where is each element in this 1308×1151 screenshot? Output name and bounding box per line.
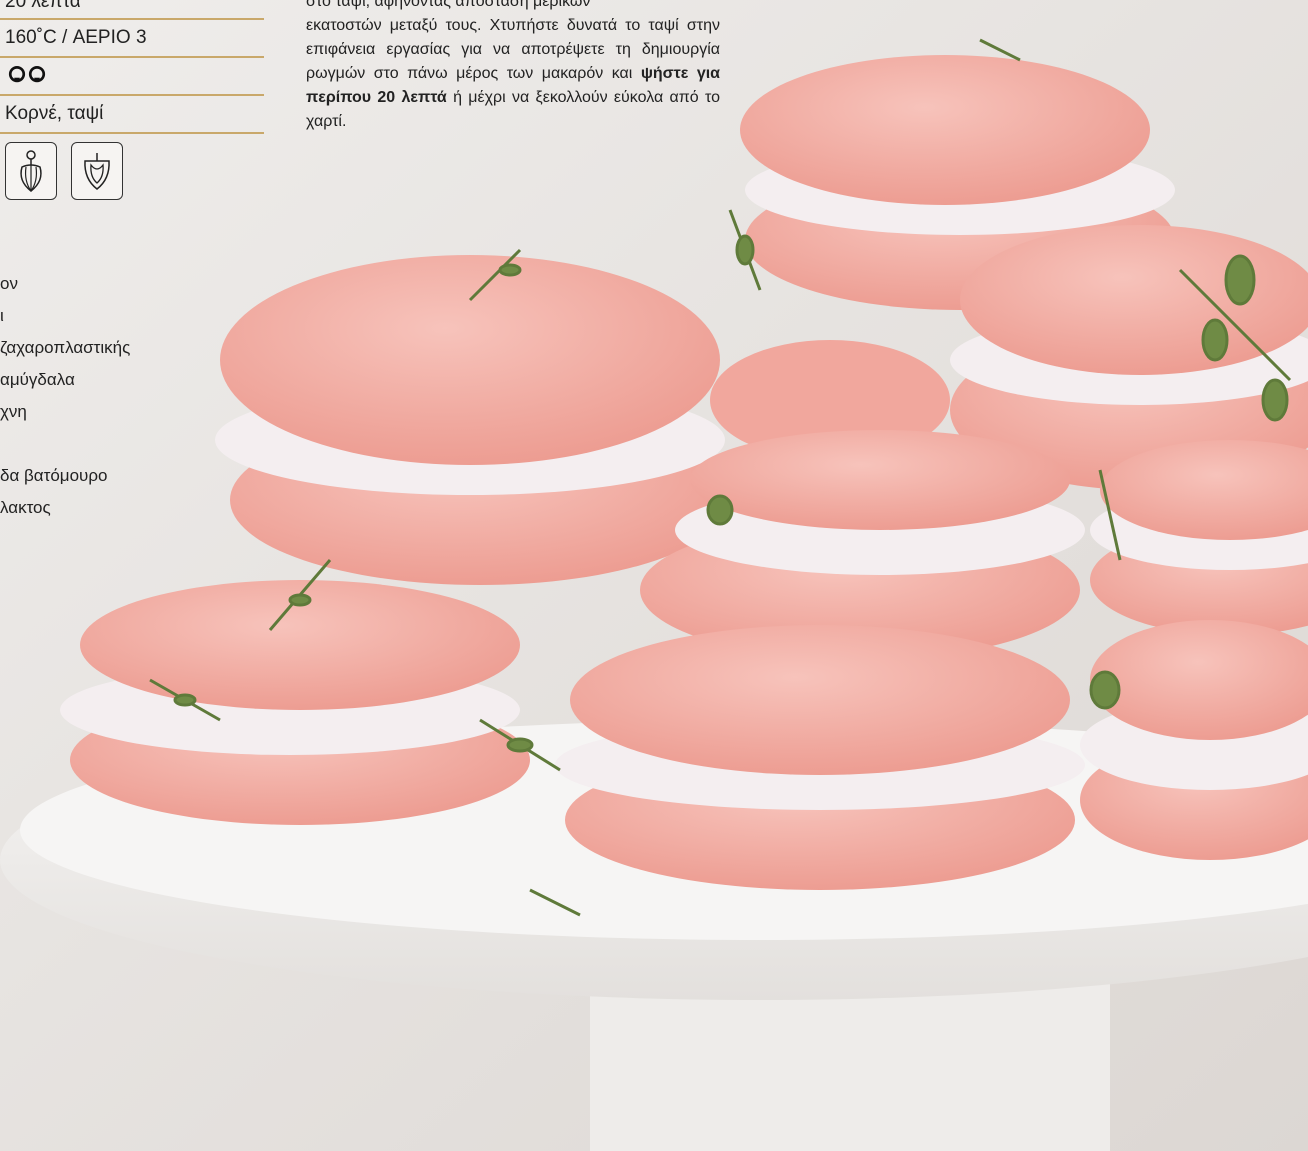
difficulty-row [0,58,264,96]
method-line: στο ταψί, αφήνοντας απόσταση μερικών [306,0,591,10]
macaron-left-large [215,255,730,585]
ingredient-item: ον [0,274,18,293]
flex-beater-icon [71,142,123,200]
macaron-left-front [60,580,530,825]
cooking-time: 20 λεπτά [5,0,81,12]
ingredient-item: χνη [0,402,27,421]
macaron-front-center [555,625,1085,890]
temperature-row: 160˚C / ΑΕΡΙΟ 3 [0,20,264,58]
ingredient-item: δα βατόμουρο [0,466,108,485]
chef-hat-icon [28,66,46,83]
ingredient-item: αμύγδαλα [0,370,75,389]
macaron-center [640,430,1085,660]
method-text: στο ταψί, αφήνοντας απόσταση μερικών εκα… [306,0,720,134]
macaron-right-mid [1090,440,1308,635]
ingredient-item: λακτος [0,498,51,517]
chef-hat-icon [8,66,26,83]
cooking-time-row: 20 λεπτά [0,0,264,20]
ingredient-item: ι [0,306,4,325]
ingredient-item [0,428,130,460]
oven-temperature: 160˚C / ΑΕΡΙΟ 3 [5,27,147,48]
macaron-photo [0,0,1308,1151]
appliance-icons [5,142,123,200]
tools-row: Κορνέ, ταψί [0,96,264,134]
whisk-attachment-icon [5,142,57,200]
tools-text: Κορνέ, ταψί [5,103,104,124]
ingredients-list: ον ι ζαχαροπλαστικής αμύγδαλα χνη δα βατ… [0,268,130,524]
macaron-front-right [1080,620,1308,860]
ingredient-item: ζαχαροπλαστικής [0,338,131,357]
